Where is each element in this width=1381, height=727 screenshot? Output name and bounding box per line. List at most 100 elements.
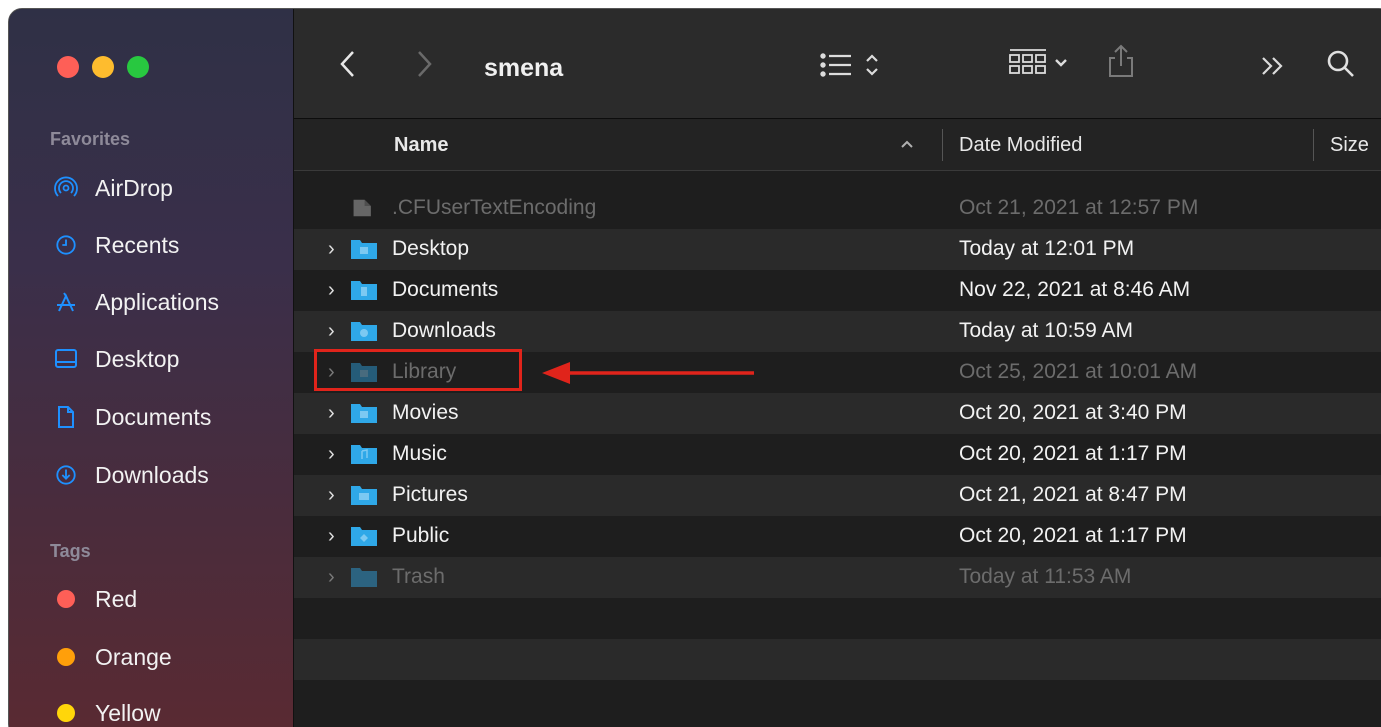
sidebar-item-documents[interactable]: Documents: [53, 397, 211, 437]
sidebar-item-recents[interactable]: Recents: [53, 225, 179, 265]
forward-button[interactable]: [414, 49, 434, 85]
sidebar-item-applications[interactable]: Applications: [53, 282, 219, 322]
disclosure-chevron-icon[interactable]: ›: [328, 402, 335, 425]
file-date: Nov 22, 2021 at 8:46 AM: [959, 278, 1191, 301]
group-button[interactable]: [1008, 47, 1072, 85]
sidebar-item-label: Applications: [95, 288, 220, 315]
applications-icon: [53, 289, 79, 315]
folder-icon: [351, 527, 377, 546]
file-name: Trash: [392, 565, 445, 588]
list-view-icon: [820, 53, 851, 77]
more-toolbar-button[interactable]: [1260, 53, 1286, 83]
file-row[interactable]: › Music Oct 20, 2021 at 1:17 PM: [294, 434, 1381, 475]
folder-icon: [351, 363, 377, 382]
sidebar-tag-orange[interactable]: Orange: [53, 637, 172, 677]
disclosure-chevron-icon[interactable]: ›: [328, 443, 335, 466]
sidebar-tag-red[interactable]: Red: [53, 579, 137, 619]
column-name-header[interactable]: Name: [394, 134, 448, 157]
sidebar-item-label: Yellow: [95, 699, 161, 726]
share-icon: [1109, 44, 1133, 77]
file-name: Downloads: [392, 319, 496, 342]
file-name: Documents: [392, 278, 499, 301]
column-divider[interactable]: [942, 129, 943, 161]
sidebar-item-label: Red: [95, 585, 138, 612]
sidebar-item-label: Documents: [95, 403, 212, 430]
disclosure-chevron-icon[interactable]: ›: [328, 238, 335, 261]
empty-row: [294, 680, 1381, 721]
file-date: Today at 12:01 PM: [959, 237, 1135, 260]
orange-tag-icon: [57, 648, 75, 666]
file-name: Pictures: [392, 483, 468, 506]
file-name: Desktop: [392, 237, 470, 260]
column-date-header[interactable]: Date Modified: [959, 134, 1082, 157]
chevron-updown-icon: [866, 54, 878, 76]
sidebar-item-label: AirDrop: [95, 174, 173, 201]
folder-icon: [351, 281, 377, 300]
sidebar-tag-yellow[interactable]: Yellow: [53, 693, 161, 727]
file-date: Oct 21, 2021 at 12:57 PM: [959, 196, 1199, 219]
sidebar-item-downloads[interactable]: Downloads: [53, 455, 209, 495]
folder-icon: [351, 445, 377, 464]
column-divider[interactable]: [1313, 129, 1314, 161]
tags-header: Tags: [50, 541, 91, 561]
file-name: Public: [392, 524, 450, 547]
toolbar: smena: [294, 9, 1381, 119]
file-name: Movies: [392, 401, 459, 424]
close-button[interactable]: [57, 56, 79, 78]
file-row[interactable]: › Documents Nov 22, 2021 at 8:46 AM: [294, 270, 1381, 311]
disclosure-chevron-icon[interactable]: ›: [328, 484, 335, 507]
file-row[interactable]: › Downloads Today at 10:59 AM: [294, 311, 1381, 352]
annotation-arrow-icon: [542, 362, 754, 384]
back-button[interactable]: [338, 49, 358, 85]
red-tag-icon: [57, 590, 75, 608]
search-button[interactable]: [1326, 49, 1356, 85]
file-date: Oct 25, 2021 at 10:01 AM: [959, 360, 1198, 383]
search-icon: [1327, 50, 1354, 77]
folder-icon: [351, 322, 377, 341]
share-button[interactable]: [1106, 43, 1136, 85]
empty-row: [294, 598, 1381, 639]
disclosure-chevron-icon[interactable]: ›: [328, 525, 335, 548]
file-name: .CFUserTextEncoding: [392, 196, 597, 219]
file-date: Oct 20, 2021 at 1:17 PM: [959, 442, 1187, 465]
sidebar-item-airdrop[interactable]: AirDrop: [53, 168, 173, 208]
file-row[interactable]: › Public Oct 20, 2021 at 1:17 PM: [294, 516, 1381, 557]
disclosure-chevron-icon[interactable]: ›: [328, 320, 335, 343]
file-date: Oct 20, 2021 at 1:17 PM: [959, 524, 1187, 547]
view-options-button[interactable]: [819, 51, 889, 85]
file-list: .CFUserTextEncoding Oct 21, 2021 at 12:5…: [294, 188, 1381, 721]
file-date: Today at 11:53 AM: [959, 565, 1132, 588]
grid-group-icon: [1009, 49, 1046, 74]
document-icon: [53, 404, 79, 430]
file-row[interactable]: .CFUserTextEncoding Oct 21, 2021 at 12:5…: [294, 188, 1381, 229]
favorites-header: Favorites: [50, 129, 131, 149]
file-row[interactable]: › Pictures Oct 21, 2021 at 8:47 PM: [294, 475, 1381, 516]
window-controls: [57, 56, 149, 78]
disclosure-chevron-icon[interactable]: ›: [328, 279, 335, 302]
folder-icon: [351, 568, 377, 587]
file-row[interactable]: › Desktop Today at 12:01 PM: [294, 229, 1381, 270]
minimize-button[interactable]: [92, 56, 114, 78]
column-size-header[interactable]: Size: [1330, 134, 1369, 157]
document-file-icon: [353, 199, 371, 217]
sidebar: Favorites AirDrop Recents Applications D…: [9, 9, 294, 727]
yellow-tag-icon: [57, 704, 75, 722]
download-icon: [53, 462, 79, 488]
file-row[interactable]: › Movies Oct 20, 2021 at 3:40 PM: [294, 393, 1381, 434]
file-row[interactable]: › Library Oct 25, 2021 at 10:01 AM: [294, 352, 1381, 393]
disclosure-chevron-icon[interactable]: ›: [328, 566, 335, 589]
window-title: smena: [484, 54, 564, 82]
desktop-icon: [53, 346, 79, 372]
main-pane: smena Name Date Modified Size .CFUserTex…: [294, 9, 1381, 727]
sidebar-item-desktop[interactable]: Desktop: [53, 339, 179, 379]
zoom-button[interactable]: [127, 56, 149, 78]
file-row[interactable]: › Trash Today at 11:53 AM: [294, 557, 1381, 598]
airdrop-icon: [53, 175, 79, 201]
sidebar-item-label: Recents: [95, 231, 180, 258]
file-date: Oct 21, 2021 at 8:47 PM: [959, 483, 1187, 506]
file-date: Today at 10:59 AM: [959, 319, 1133, 342]
double-chevron-icon: [1262, 57, 1283, 75]
folder-icon: [351, 486, 377, 505]
sort-ascending-icon: [900, 136, 914, 154]
disclosure-chevron-icon[interactable]: ›: [328, 361, 335, 384]
